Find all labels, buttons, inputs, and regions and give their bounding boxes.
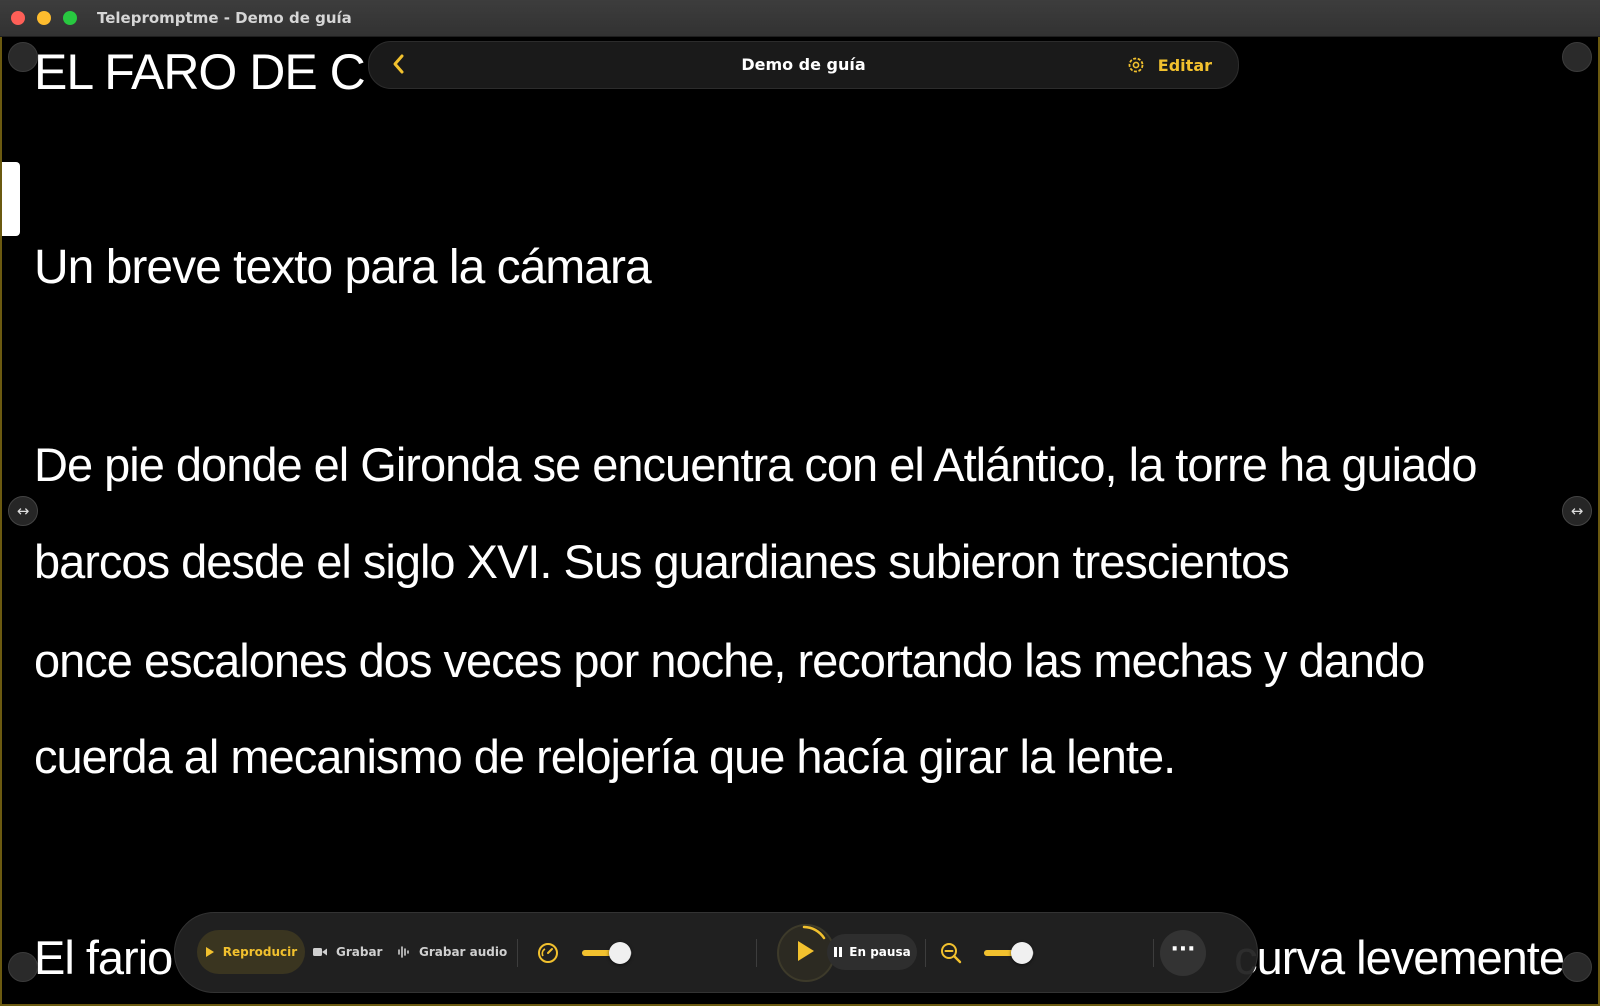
play-icon [798, 925, 826, 961]
record-audio-button[interactable]: Grabar audio [397, 930, 507, 974]
toolbar-divider [756, 939, 757, 967]
record-button[interactable]: Grabar [312, 930, 382, 974]
zoom-window-button[interactable] [63, 11, 77, 25]
horizontal-resize-icon[interactable]: ↔ [1562, 496, 1592, 526]
zoom-out-icon[interactable] [939, 941, 963, 965]
playback-status-label: En pausa [849, 945, 911, 959]
script-line: De pie donde el Gironda se encuentra con… [34, 438, 1477, 491]
corner-handle-bottom-left[interactable] [8, 952, 38, 982]
toolbar-divider [1153, 939, 1154, 967]
script-line-partial-end: curva levemente [1234, 931, 1565, 984]
window-title: Telepromptme - Demo de guía [97, 9, 352, 27]
toolbar-divider [517, 939, 518, 967]
record-label: Grabar [336, 945, 383, 959]
top-navigation-bar: Demo de guía Editar [368, 41, 1239, 89]
script-title: Demo de guía [741, 55, 866, 74]
script-line: once escalones dos veces por noche, reco… [34, 634, 1425, 687]
ellipsis-icon: ··· [1170, 937, 1196, 962]
play-mode-label: Reproducir [222, 945, 298, 959]
video-camera-icon [313, 948, 327, 956]
speed-slider-thumb[interactable] [608, 942, 631, 964]
close-window-button[interactable] [11, 11, 25, 25]
zoom-slider[interactable] [984, 942, 1034, 964]
teleprompter-view[interactable]: EL FARO DE C Un breve texto para la cáma… [0, 37, 1600, 1006]
zoom-slider-thumb[interactable] [1010, 942, 1033, 964]
gear-icon [1128, 57, 1144, 73]
edit-label: Editar [1157, 55, 1212, 75]
playback-toolbar: Reproducir Grabar Grabar audio En pausa … [174, 912, 1258, 993]
speed-slider[interactable] [582, 942, 632, 964]
speedometer-icon[interactable] [536, 941, 560, 965]
window-titlebar: Telepromptme - Demo de guía [0, 0, 1600, 37]
corner-handle-bottom-right[interactable] [1562, 952, 1592, 982]
corner-handle-top-left[interactable] [8, 42, 38, 72]
play-icon [205, 947, 214, 957]
edit-button[interactable]: Editar [1126, 54, 1212, 76]
script-line-partial-start: El fario [34, 931, 173, 984]
waveform-icon [398, 946, 409, 958]
record-audio-label: Grabar audio [419, 945, 508, 959]
scroll-position-marker[interactable] [2, 162, 20, 236]
more-options-button[interactable]: ··· [1160, 930, 1206, 976]
horizontal-resize-icon[interactable]: ↔ [8, 496, 38, 526]
toolbar-divider [925, 939, 926, 967]
script-line: barcos desde el siglo XVI. Sus guardiane… [34, 535, 1290, 588]
corner-handle-top-right[interactable] [1562, 42, 1592, 72]
playback-status: En pausa [827, 934, 917, 970]
script-line: cuerda al mecanismo de relojería que hac… [34, 730, 1176, 783]
script-heading: EL FARO DE C [34, 44, 366, 100]
script-subtitle: Un breve texto para la cámara [34, 241, 652, 294]
minimize-window-button[interactable] [37, 11, 51, 25]
play-mode-button[interactable]: Reproducir [197, 930, 305, 974]
pause-icon [834, 947, 843, 957]
